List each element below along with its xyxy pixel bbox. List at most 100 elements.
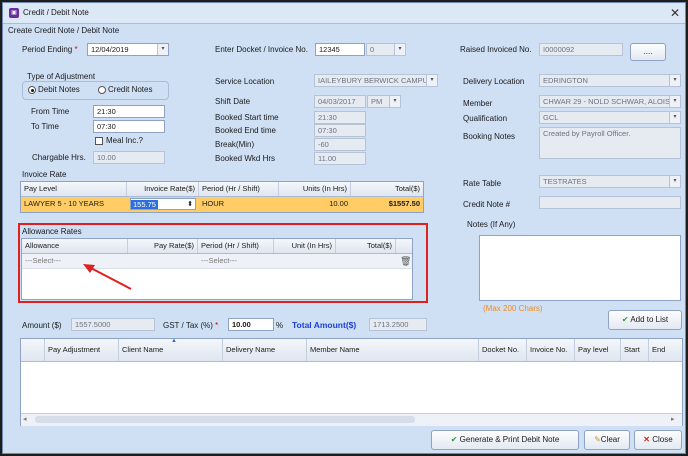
col-select <box>21 339 45 361</box>
form-subtitle: Create Credit Note / Debit Note <box>8 26 120 35</box>
docket-secondary-input[interactable]: 0 ▾ <box>366 43 406 56</box>
col-pay-level-list[interactable]: Pay level <box>575 339 621 361</box>
shift-date-input: 04/03/2017 <box>314 95 366 108</box>
invoice-rate-header: Pay Level Invoice Rate($) Period (Hr / S… <box>21 182 423 197</box>
list-header: Pay Adjustment Client Name Delivery Name… <box>21 339 682 362</box>
invoice-rate-section-label: Invoice Rate <box>22 170 67 179</box>
total-amount-label: Total Amount($) <box>292 320 357 330</box>
horizontal-scrollbar[interactable]: ◂ ▸ <box>21 413 682 426</box>
raised-invoiced-input: I0000092 <box>539 43 623 56</box>
chargable-hrs-input: 10.00 <box>93 151 165 164</box>
docket-input[interactable]: 12345 <box>315 43 365 56</box>
gst-input[interactable]: 10.00 <box>228 318 274 331</box>
debit-notes-radio[interactable] <box>28 86 36 94</box>
col-invoice-rate: Invoice Rate($) <box>127 182 199 196</box>
credit-note-label: Credit Note # <box>463 200 511 209</box>
meal-inc-label: Meal Inc.? <box>106 136 143 145</box>
booked-end-label: Booked End time <box>215 126 276 135</box>
booked-wkd-label: Booked Wkd Hrs <box>215 154 276 163</box>
col-end[interactable]: End <box>649 339 683 361</box>
col-pay-adjustment[interactable]: Pay Adjustment <box>45 339 119 361</box>
check-circle-icon: ✔ <box>621 315 629 324</box>
check-circle-icon: ✔ <box>450 435 458 444</box>
window-close-icon[interactable]: ✕ <box>667 5 683 21</box>
scrollbar-thumb[interactable] <box>35 416 415 423</box>
notes-hint: (Max 200 Chars) <box>483 304 543 313</box>
gst-unit: % <box>276 321 284 330</box>
app-icon: ▣ <box>9 8 19 18</box>
broom-icon: ✎ <box>594 435 601 444</box>
chargable-hrs-label: Chargable Hrs. <box>32 153 86 162</box>
invoice-rate-grid: Pay Level Invoice Rate($) Period (Hr / S… <box>20 181 424 213</box>
col-period: Period (Hr / Shift) <box>199 182 279 196</box>
to-time-label: To Time <box>31 122 60 131</box>
col-invoice-no[interactable]: Invoice No. <box>527 339 575 361</box>
member-label: Member <box>463 99 493 108</box>
chevron-down-icon[interactable]: ▾ <box>669 112 680 123</box>
from-time-input[interactable]: 21:30 <box>93 105 165 118</box>
clear-button[interactable]: ✎Clear <box>584 430 630 450</box>
period-ending-input[interactable]: 12/04/2019 ▾ <box>87 43 169 56</box>
booked-wkd-input: 11.00 <box>314 152 366 165</box>
meal-inc-checkbox[interactable] <box>95 137 103 145</box>
delivery-location-label: Delivery Location <box>463 77 525 86</box>
credit-debit-note-window: ▣ Credit / Debit Note ✕ Create Credit No… <box>2 2 686 454</box>
col-start[interactable]: Start <box>621 339 649 361</box>
qualification-label: Qualification <box>463 114 508 123</box>
col-delivery-name[interactable]: Delivery Name <box>223 339 307 361</box>
chevron-down-icon[interactable]: ▾ <box>426 75 437 86</box>
close-icon: ✕ <box>643 435 650 444</box>
credit-notes-radio[interactable] <box>98 86 106 94</box>
scroll-right-icon[interactable]: ▸ <box>671 415 675 423</box>
row-units: 10.00 <box>329 199 348 208</box>
close-button[interactable]: ✕ Close <box>634 430 682 450</box>
service-location-label: Service Location <box>215 77 275 86</box>
qualification-select[interactable]: GCL ▾ <box>539 111 681 124</box>
title-bar: ▣ Credit / Debit Note ✕ <box>3 3 685 24</box>
period-ending-label: Period Ending * <box>22 45 78 54</box>
browse-invoice-button[interactable]: .... <box>630 43 666 61</box>
gst-label: GST / Tax (%) * <box>163 321 219 330</box>
invoice-rate-row[interactable]: LAWYER 5 - 10 YEARS 155.75 ⬍ HOUR 10.00 $… <box>21 197 423 212</box>
rate-table-select[interactable]: TESTRATES ▾ <box>539 175 681 188</box>
chevron-down-icon[interactable]: ▾ <box>394 44 405 55</box>
credit-notes-label: Credit Notes <box>108 85 153 94</box>
annotation-arrow-icon <box>83 264 132 290</box>
raised-invoiced-label: Raised Invoiced No. <box>460 45 532 54</box>
scroll-left-icon[interactable]: ◂ <box>23 415 27 423</box>
chevron-down-icon[interactable]: ▾ <box>669 75 680 86</box>
booked-start-input: 21:30 <box>314 111 366 124</box>
spinner-icon[interactable]: ⬍ <box>187 199 193 209</box>
adjustment-list-grid: Pay Adjustment Client Name Delivery Name… <box>20 338 683 426</box>
chevron-down-icon[interactable]: ▾ <box>157 44 168 55</box>
col-member-name[interactable]: Member Name <box>307 339 479 361</box>
col-docket-no[interactable]: Docket No. <box>479 339 527 361</box>
window-title: Credit / Debit Note <box>23 8 89 17</box>
chevron-down-icon: ▾ <box>389 96 400 107</box>
break-label: Break(Min) <box>215 140 255 149</box>
amount-input: 1557.5000 <box>71 318 155 331</box>
debit-notes-label: Debit Notes <box>38 85 80 94</box>
invoice-rate-input[interactable]: 155.75 ⬍ <box>130 198 196 210</box>
chevron-down-icon[interactable]: ▾ <box>669 176 680 187</box>
adjustment-group-label: Type of Adjustment <box>27 72 96 81</box>
amount-label: Amount ($) <box>22 321 62 330</box>
row-total: $1557.50 <box>388 199 420 208</box>
service-location-select[interactable]: IAILEYBURY BERWICK CAMPUS ▾ <box>314 74 438 87</box>
add-to-list-button[interactable]: ✔ Add to List <box>608 310 682 330</box>
docket-label: Enter Docket / Invoice No. <box>215 45 308 54</box>
delivery-location-select[interactable]: EDRINGTON ▾ <box>539 74 681 87</box>
shift-date-label: Shift Date <box>215 97 251 106</box>
col-pay-level: Pay Level <box>21 182 127 196</box>
booked-end-input: 07:30 <box>314 124 366 137</box>
row-pay-level: LAWYER 5 - 10 YEARS <box>24 199 105 208</box>
booked-start-label: Booked Start time <box>215 113 279 122</box>
rate-table-label: Rate Table <box>463 179 502 188</box>
notes-textarea[interactable] <box>479 235 681 301</box>
to-time-input[interactable]: 07:30 <box>93 120 165 133</box>
row-period: HOUR <box>202 199 225 208</box>
chevron-down-icon[interactable]: ▾ <box>669 96 680 107</box>
credit-note-input <box>539 196 681 209</box>
member-select[interactable]: CHWAR 29 - NOLD SCHWAR, ALOIS ▾ <box>539 95 681 108</box>
generate-print-button[interactable]: ✔ Generate & Print Debit Note <box>431 430 579 450</box>
